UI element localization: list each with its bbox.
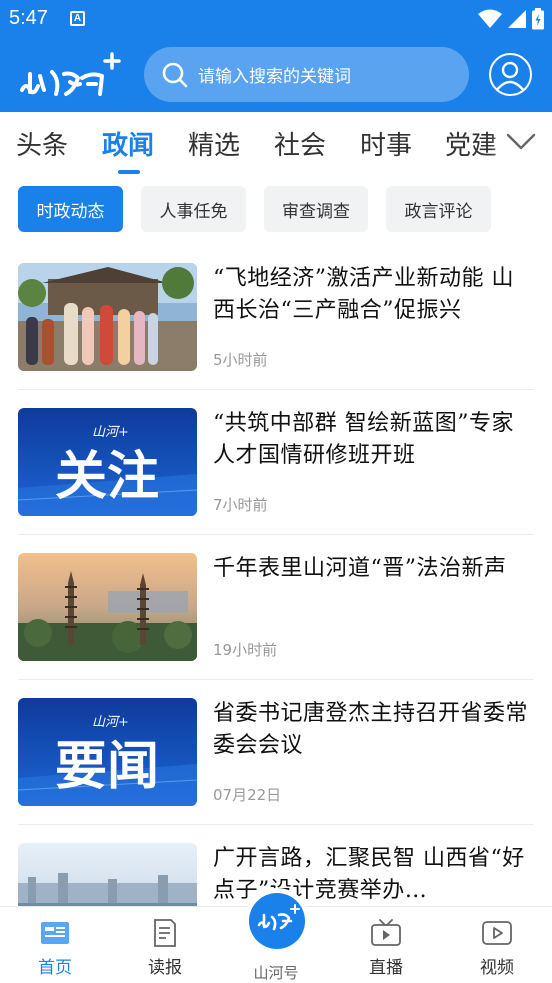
status-time: 5:47 <box>9 7 48 29</box>
news-thumbnail <box>18 553 197 661</box>
news-time: 07月22日 <box>213 786 282 804</box>
nav-video-label: 视频 <box>480 958 514 978</box>
search-bar[interactable]: 请输入搜索的关键词 <box>144 47 469 102</box>
chip-zhengyan-pinglun[interactable]: 政言评论 <box>386 186 491 232</box>
nav-newspaper[interactable]: 读报 <box>110 907 220 983</box>
channel-tabs: 头条 政闻 精选 社会 时事 党建 <box>0 112 552 176</box>
nav-live-label: 直播 <box>369 958 403 978</box>
thumb-banner-text: 要闻 <box>55 736 159 797</box>
nav-shanhe-hao-label: 山河号 <box>253 964 299 982</box>
user-avatar-button[interactable] <box>489 53 532 96</box>
thumb-banner-text: 关注 <box>55 446 159 507</box>
nav-home[interactable]: 首页 <box>0 907 110 983</box>
tab-shehui[interactable]: 社会 <box>274 125 326 162</box>
nav-live[interactable]: 直播 <box>331 907 441 983</box>
news-title: “共筑中部群 智绘新蓝图”专家人才国情研修班开班 <box>213 411 514 468</box>
news-item[interactable]: 山河+ 要闻 省委书记唐登杰主持召开省委常委会会议 07月22日 <box>18 698 534 825</box>
news-title: “飞地经济”激活产业新动能 山西长治“三产融合”促振兴 <box>213 266 514 323</box>
news-thumbnail: 山河+ 要闻 <box>18 698 197 806</box>
news-item[interactable]: 千年表里山河道“晋”法治新声 19小时前 <box>18 553 534 680</box>
chip-shencha-diaocha[interactable]: 审查调查 <box>264 186 368 232</box>
tab-toutiao[interactable]: 头条 <box>16 125 68 162</box>
news-title: 千年表里山河道“晋”法治新声 <box>213 556 507 581</box>
search-placeholder: 请输入搜索的关键词 <box>198 67 351 87</box>
app-logo[interactable] <box>16 50 128 104</box>
search-icon <box>162 62 188 87</box>
news-time: 7小时前 <box>213 496 268 514</box>
battery-icon <box>532 8 544 30</box>
chevron-down-icon[interactable] <box>506 130 536 152</box>
news-divider <box>18 389 534 390</box>
news-item[interactable]: “飞地经济”激活产业新动能 山西长治“三产融合”促振兴 5小时前 <box>18 263 534 390</box>
tv-live-icon <box>371 919 401 946</box>
tab-shishi[interactable]: 时事 <box>360 125 412 162</box>
thumb-logo: 山河+ <box>92 715 129 730</box>
news-divider <box>18 679 534 680</box>
news-thumbnail: 山河+ 关注 <box>18 408 197 516</box>
status-icons <box>478 8 544 30</box>
app-header: 5:47 A 请输入搜索的关键词 <box>0 0 552 112</box>
signal-icon <box>508 10 526 28</box>
newspaper-icon <box>154 919 176 947</box>
news-divider <box>18 824 534 825</box>
nav-video[interactable]: 视频 <box>442 907 552 983</box>
video-play-icon <box>482 921 512 945</box>
thumb-logo: 山河+ <box>92 425 129 440</box>
nav-newspaper-label: 读报 <box>148 958 182 978</box>
shanhe-logo-icon <box>257 904 300 931</box>
active-tab-indicator <box>118 170 140 174</box>
status-bar: 5:47 A <box>0 0 552 38</box>
news-item[interactable]: 山河+ 关注 “共筑中部群 智绘新蓝图”专家人才国情研修班开班 7小时前 <box>18 408 534 535</box>
news-thumbnail <box>18 263 197 371</box>
news-time: 5小时前 <box>213 351 268 369</box>
sub-category-chips: 时政动态 人事任免 审查调查 政言评论 <box>0 186 552 232</box>
a-icon: A <box>70 11 85 26</box>
nav-shanhe-hao[interactable] <box>249 893 305 949</box>
tab-zhengwen[interactable]: 政闻 <box>102 125 154 162</box>
tab-jingxuan[interactable]: 精选 <box>188 125 240 162</box>
home-news-icon <box>41 922 69 944</box>
news-title: 省委书记唐登杰主持召开省委常委会会议 <box>213 701 529 758</box>
chip-renshi-renmian[interactable]: 人事任免 <box>141 186 246 232</box>
news-time: 19小时前 <box>213 641 278 659</box>
wifi-icon <box>478 9 502 28</box>
chip-shizheng-dongtai[interactable]: 时政动态 <box>18 186 123 232</box>
user-icon <box>495 61 525 92</box>
news-divider <box>18 534 534 535</box>
nav-home-label: 首页 <box>38 958 72 978</box>
